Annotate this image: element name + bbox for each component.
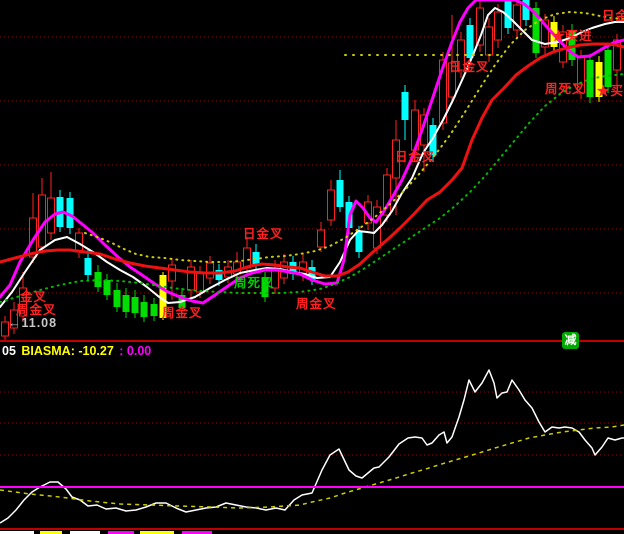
ma-red-line xyxy=(0,44,624,276)
biasma-yellow-dashed-line xyxy=(0,425,624,508)
candle-down xyxy=(356,232,363,252)
candle-up xyxy=(393,140,400,178)
candle-down xyxy=(402,92,409,120)
candle-up xyxy=(578,57,585,93)
trading-chart-window: 05 BIASMA: -10.27 : 0.00 减 金叉周金叉←11.08周金… xyxy=(0,0,624,534)
ma-yellow-dotted-line xyxy=(85,12,624,262)
candle-up xyxy=(20,288,27,316)
candle-down xyxy=(104,280,111,295)
candle-down xyxy=(123,295,130,312)
candle-up xyxy=(197,272,204,292)
candle-highlight xyxy=(596,62,603,97)
candle-down xyxy=(151,304,158,316)
candle-down xyxy=(85,258,92,275)
candle-up xyxy=(169,265,176,281)
candle-up xyxy=(328,190,335,220)
candle-down xyxy=(337,180,344,207)
candle-up xyxy=(2,322,9,336)
candle-up xyxy=(486,27,493,55)
candle-up xyxy=(318,230,325,247)
candle-up xyxy=(495,12,502,40)
candle-up xyxy=(449,63,456,97)
candle-down xyxy=(114,290,121,307)
kline-and-bias-chart xyxy=(0,0,624,534)
candle-highlight xyxy=(160,275,167,318)
candle-up xyxy=(11,310,18,328)
candle-down xyxy=(141,302,148,317)
candle-up xyxy=(207,263,214,278)
candle-down xyxy=(605,50,612,87)
bias-white-line xyxy=(0,370,624,523)
candle-down xyxy=(132,297,139,313)
candle-down xyxy=(467,25,474,58)
ma-magenta-line xyxy=(0,0,624,303)
